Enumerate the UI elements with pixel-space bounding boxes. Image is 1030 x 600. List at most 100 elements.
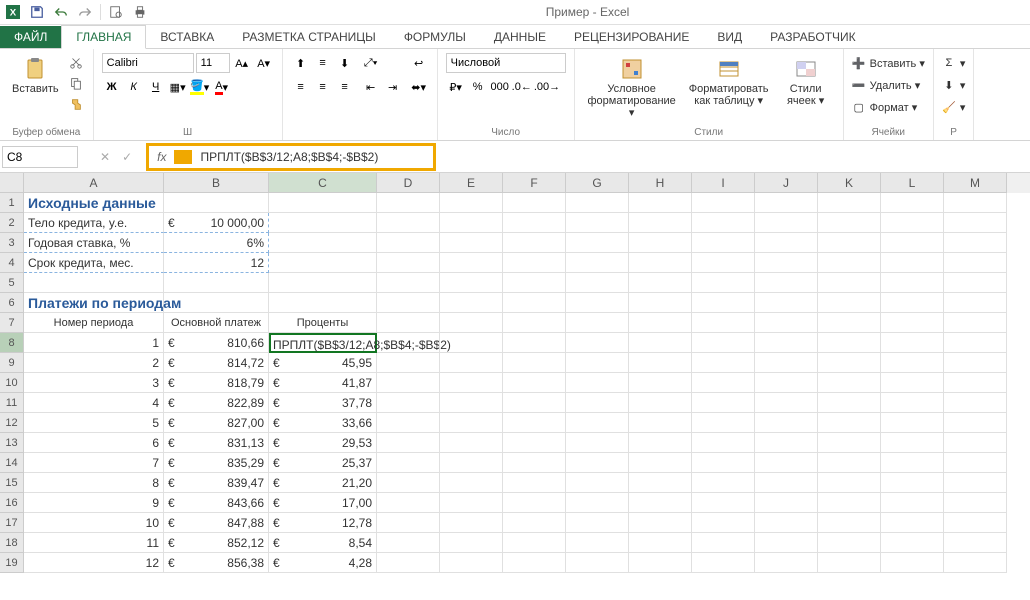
cell[interactable] <box>377 333 440 353</box>
cell[interactable] <box>566 353 629 373</box>
cell[interactable] <box>755 413 818 433</box>
cell[interactable]: €10 000,00 <box>164 213 269 233</box>
row-header[interactable]: 16 <box>0 493 24 513</box>
cell[interactable] <box>755 393 818 413</box>
cell[interactable] <box>692 473 755 493</box>
cell[interactable] <box>881 413 944 433</box>
cell[interactable] <box>944 253 1007 273</box>
cell[interactable] <box>629 273 692 293</box>
cell[interactable] <box>629 253 692 273</box>
cell[interactable] <box>629 333 692 353</box>
cell[interactable] <box>566 493 629 513</box>
col-header[interactable]: B <box>164 173 269 193</box>
cell[interactable] <box>440 193 503 213</box>
cell[interactable] <box>755 493 818 513</box>
cell[interactable] <box>755 253 818 273</box>
row-header[interactable]: 12 <box>0 413 24 433</box>
orientation-icon[interactable]: ⤢▾ <box>361 53 381 73</box>
italic-button[interactable]: К <box>124 77 144 97</box>
cell[interactable] <box>377 213 440 233</box>
cell[interactable] <box>440 473 503 493</box>
cell[interactable]: 10 <box>24 513 164 533</box>
cell[interactable] <box>566 213 629 233</box>
cell[interactable] <box>440 393 503 413</box>
fill-button[interactable]: ⬇▾ <box>942 75 966 95</box>
cell[interactable] <box>629 493 692 513</box>
cell[interactable] <box>692 393 755 413</box>
cell[interactable] <box>692 453 755 473</box>
cell[interactable] <box>692 293 755 313</box>
cell[interactable] <box>377 293 440 313</box>
cell[interactable] <box>755 373 818 393</box>
cell[interactable] <box>818 413 881 433</box>
row-header[interactable]: 3 <box>0 233 24 253</box>
cell[interactable] <box>755 293 818 313</box>
cell[interactable] <box>164 273 269 293</box>
decrease-indent-icon[interactable]: ⇤ <box>361 77 381 97</box>
cell[interactable]: 7 <box>24 453 164 473</box>
cell[interactable] <box>881 433 944 453</box>
cell[interactable] <box>818 213 881 233</box>
row-header[interactable]: 2 <box>0 213 24 233</box>
cell[interactable] <box>503 493 566 513</box>
cell[interactable]: €37,78 <box>269 393 377 413</box>
cell[interactable]: Срок кредита, мес. <box>24 253 164 273</box>
tab-home[interactable]: ГЛАВНАЯ <box>61 25 146 49</box>
cell[interactable] <box>440 373 503 393</box>
row-header[interactable]: 14 <box>0 453 24 473</box>
cut-icon[interactable] <box>67 53 85 71</box>
currency-icon[interactable]: ₽▾ <box>446 77 466 97</box>
cell[interactable]: 3 <box>24 373 164 393</box>
cell[interactable] <box>440 353 503 373</box>
cell[interactable] <box>566 253 629 273</box>
cell[interactable] <box>377 513 440 533</box>
cell[interactable]: 5 <box>24 413 164 433</box>
cell[interactable] <box>944 533 1007 553</box>
cell[interactable] <box>503 393 566 413</box>
cell[interactable] <box>377 393 440 413</box>
tab-developer[interactable]: РАЗРАБОТЧИК <box>756 26 870 48</box>
cell[interactable] <box>269 293 377 313</box>
cell[interactable]: €814,72 <box>164 353 269 373</box>
cell[interactable] <box>881 513 944 533</box>
row-header[interactable]: 1 <box>0 193 24 213</box>
tab-review[interactable]: РЕЦЕНЗИРОВАНИЕ <box>560 26 703 48</box>
cell[interactable] <box>440 493 503 513</box>
cell[interactable] <box>944 293 1007 313</box>
cell[interactable] <box>818 293 881 313</box>
cell[interactable]: 1 <box>24 333 164 353</box>
col-header[interactable]: L <box>881 173 944 193</box>
cell[interactable] <box>629 353 692 373</box>
font-size-select[interactable] <box>196 53 230 73</box>
cell[interactable] <box>566 273 629 293</box>
cell[interactable]: €25,37 <box>269 453 377 473</box>
cell[interactable] <box>692 273 755 293</box>
cell[interactable] <box>503 413 566 433</box>
cell[interactable] <box>440 273 503 293</box>
cell[interactable] <box>24 273 164 293</box>
cell[interactable] <box>566 513 629 533</box>
paste-button[interactable]: Вставить <box>8 53 63 99</box>
cell[interactable] <box>881 473 944 493</box>
cell[interactable] <box>818 273 881 293</box>
cell[interactable]: Годовая ставка, % <box>24 233 164 253</box>
cell[interactable] <box>881 253 944 273</box>
cell[interactable] <box>503 253 566 273</box>
col-header[interactable]: I <box>692 173 755 193</box>
cell[interactable] <box>692 553 755 573</box>
cell[interactable] <box>440 513 503 533</box>
cell[interactable] <box>269 193 377 213</box>
cell[interactable] <box>818 393 881 413</box>
cell[interactable] <box>503 333 566 353</box>
tab-insert[interactable]: ВСТАВКА <box>146 26 228 48</box>
cell[interactable] <box>377 373 440 393</box>
cell[interactable] <box>629 393 692 413</box>
cell[interactable] <box>566 433 629 453</box>
select-all-corner[interactable] <box>0 173 24 193</box>
row-header[interactable]: 7 <box>0 313 24 333</box>
conditional-format-button[interactable]: Условное форматирование ▾ <box>583 53 681 123</box>
cell[interactable]: 4 <box>24 393 164 413</box>
cell-styles-button[interactable]: Стили ячеек ▾ <box>777 53 835 111</box>
enter-formula-icon[interactable]: ✓ <box>122 150 132 164</box>
cell[interactable] <box>629 473 692 493</box>
